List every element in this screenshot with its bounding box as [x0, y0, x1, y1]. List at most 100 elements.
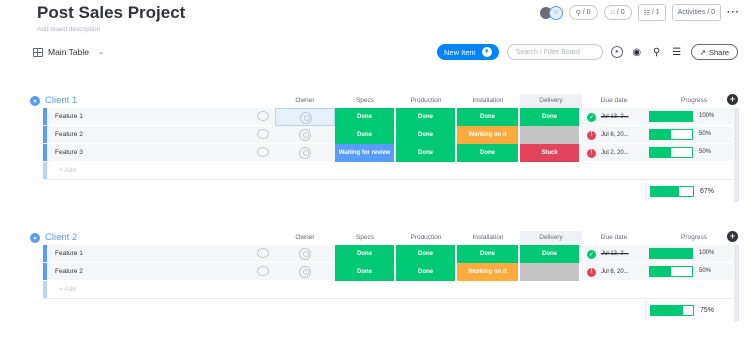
status-cell-delivery[interactable]: [520, 263, 580, 281]
status-cell-production[interactable]: Done: [396, 108, 456, 126]
conversation-icon[interactable]: [257, 147, 269, 157]
item-name[interactable]: Feature 3: [55, 149, 83, 156]
item-name[interactable]: Feature 1: [55, 113, 83, 120]
status-cell-production[interactable]: Done: [396, 263, 456, 281]
add-item-row[interactable]: + Add: [43, 281, 733, 299]
item-name[interactable]: Feature 1: [55, 250, 83, 257]
column-header-owner[interactable]: Owner: [275, 97, 335, 104]
status-cell-installation[interactable]: Working on it: [457, 126, 519, 144]
eye-icon[interactable]: ◉: [631, 47, 643, 58]
progress-value: 50%: [699, 131, 712, 137]
person-placeholder-icon: [299, 129, 311, 141]
owner-cell[interactable]: [275, 108, 335, 126]
activities-button[interactable]: Activities / 0: [671, 4, 721, 21]
add-item-label[interactable]: + Add: [59, 286, 76, 293]
column-header-specs[interactable]: Specs: [335, 234, 395, 241]
search-person-icon: ⚲: [575, 9, 581, 17]
conversation-icon[interactable]: [257, 111, 269, 121]
due-date-text: Jul 13, 2...: [601, 251, 629, 257]
item-name[interactable]: Feature 2: [55, 131, 83, 138]
due-date-cell[interactable]: ✓ Jul 13, 2...: [583, 108, 643, 126]
table-row[interactable]: Feature 1 Done Done Done Done ✓ Jul 13, 2... 10…: [43, 245, 733, 263]
members-button[interactable]: ☷ / 1: [637, 4, 666, 21]
add-column-icon[interactable]: +: [727, 231, 738, 242]
column-header-progress[interactable]: Progress: [649, 97, 739, 104]
status-cell-specs[interactable]: Done: [335, 245, 395, 263]
chevron-down-icon[interactable]: ▼: [481, 47, 492, 57]
pin-icon[interactable]: ⚲: [651, 47, 663, 58]
column-header-production[interactable]: Production: [396, 234, 456, 241]
due-date-cell[interactable]: ! Jul 6, 20...: [583, 126, 643, 144]
due-date-text: Jul 6, 20...: [601, 269, 629, 275]
progress-fill: [651, 306, 683, 315]
group-collapse-icon[interactable]: ▾: [30, 96, 40, 106]
column-header-delivery[interactable]: Delivery: [520, 94, 582, 109]
status-cell-production[interactable]: Done: [396, 144, 456, 162]
column-header-delivery[interactable]: Delivery: [520, 231, 582, 246]
board-owner-icon: ☺: [548, 5, 563, 20]
conversation-icon[interactable]: [257, 248, 269, 258]
view-selector[interactable]: Main Table ⌄: [33, 47, 104, 57]
add-item-label[interactable]: + Add: [59, 167, 76, 174]
add-column-icon[interactable]: +: [727, 94, 738, 105]
status-cell-production[interactable]: Done: [396, 245, 456, 263]
board-title[interactable]: Post Sales Project: [37, 3, 185, 23]
column-header-due-date[interactable]: Due date: [583, 97, 645, 104]
group-header: ▾ Client 2 Owner Specs Production Installatio…: [30, 231, 740, 246]
conversation-icon[interactable]: [257, 266, 269, 276]
status-cell-specs[interactable]: Done: [335, 126, 395, 144]
status-cell-installation[interactable]: Done: [457, 245, 519, 263]
board-toolbar: New Item ▼ Search / Filter Board ● ◉ ⚲ ☰…: [437, 44, 738, 60]
chevron-down-icon: ⌄: [97, 49, 104, 56]
more-options-icon[interactable]: ···: [727, 7, 740, 18]
column-header-due-date[interactable]: Due date: [583, 234, 645, 241]
column-header-progress[interactable]: Progress: [649, 234, 739, 241]
group-collapse-icon[interactable]: ▾: [30, 233, 40, 243]
column-header-installation[interactable]: Installation: [457, 234, 519, 241]
conversation-icon[interactable]: [257, 129, 269, 139]
progress-bar: [650, 305, 694, 316]
owner-cell[interactable]: [275, 245, 335, 263]
status-cell-specs[interactable]: Done: [335, 108, 395, 126]
status-cell-installation[interactable]: Working on it: [457, 263, 519, 281]
table-row[interactable]: Feature 2 Done Done Working on it! Jul 6, 20…: [43, 263, 733, 281]
progress-value: 67%: [700, 188, 715, 195]
progress-value: 100%: [699, 250, 715, 256]
table-row[interactable]: Feature 2 Done Done Working on it! Jul 6, 20…: [43, 126, 733, 144]
due-date-cell[interactable]: ! Jul 6, 20...: [583, 263, 643, 281]
group-name[interactable]: Client 1: [45, 95, 77, 106]
progress-fill: [651, 187, 680, 196]
status-cell-delivery[interactable]: Stuck: [520, 144, 580, 162]
owner-cell[interactable]: [275, 126, 335, 144]
person-filter-icon[interactable]: ●: [610, 46, 623, 58]
status-cell-installation[interactable]: Done: [457, 144, 519, 162]
status-cell-delivery[interactable]: [520, 126, 580, 144]
owner-cell[interactable]: [275, 144, 335, 162]
status-cell-specs[interactable]: Waiting for review: [335, 144, 395, 162]
item-name[interactable]: Feature 2: [55, 268, 83, 275]
board-avatars[interactable]: ☺: [538, 5, 563, 20]
status-cell-production[interactable]: Done: [396, 126, 456, 144]
activity-counter-1[interactable]: ⚲ / 0: [568, 5, 598, 20]
new-item-button[interactable]: New Item ▼: [437, 44, 499, 60]
status-cell-delivery[interactable]: Done: [520, 108, 580, 126]
add-item-row[interactable]: + Add: [43, 162, 733, 180]
table-row[interactable]: Feature 3 Waiting for review Done Done Stuck…: [43, 144, 733, 162]
board-description[interactable]: Add board description: [37, 26, 100, 33]
filter-icon[interactable]: ☰: [671, 47, 683, 58]
group-name[interactable]: Client 2: [45, 232, 77, 243]
status-cell-specs[interactable]: Done: [335, 263, 395, 281]
owner-cell[interactable]: [275, 263, 335, 281]
activity-counter-2[interactable]: ⌂ / 0: [603, 5, 632, 20]
due-date-cell[interactable]: ! Jul 2, 20...: [583, 144, 643, 162]
share-button[interactable]: ↗ Share: [690, 44, 738, 60]
search-filter-input[interactable]: Search / Filter Board: [506, 44, 603, 60]
status-cell-installation[interactable]: Done: [457, 108, 519, 126]
column-header-installation[interactable]: Installation: [457, 97, 519, 104]
column-header-production[interactable]: Production: [396, 97, 456, 104]
due-date-cell[interactable]: ✓ Jul 13, 2...: [583, 245, 643, 263]
status-cell-delivery[interactable]: Done: [520, 245, 580, 263]
column-header-owner[interactable]: Owner: [275, 234, 335, 241]
column-header-specs[interactable]: Specs: [335, 97, 395, 104]
table-row[interactable]: Feature 1 Done Done Done Done ✓ Jul 13, 2... 10…: [43, 108, 733, 126]
